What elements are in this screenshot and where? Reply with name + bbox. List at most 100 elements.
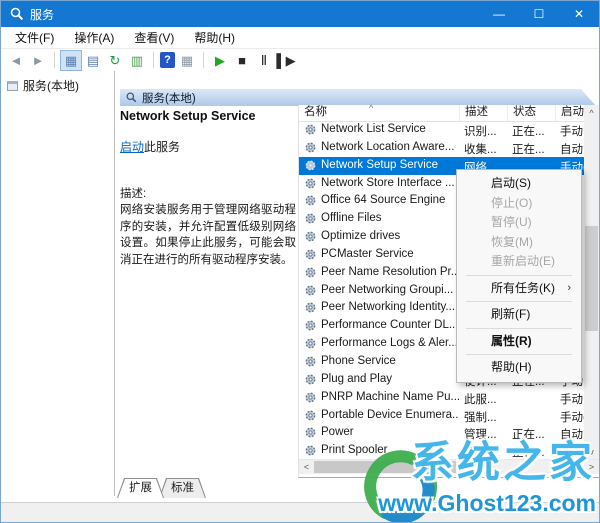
view-tabs: 扩展标准 [117,478,201,498]
show-console-tree-icon[interactable]: ▦ [61,51,81,70]
tab-0[interactable]: 扩展 [117,478,164,498]
service-description: 收集... [464,141,508,157]
context-menu-item-2: 暂停(U) [458,213,580,233]
scroll-down-icon[interactable]: v [584,444,599,459]
start-service-suffix: 此服务 [144,140,180,154]
service-name: Network Location Aware... [321,141,459,153]
service-gear-icon [304,194,317,207]
horizontal-scrollbar-thumb[interactable] [314,461,456,473]
menu-item-1[interactable]: 操作(A) [64,29,124,46]
column-header-0[interactable]: 名称 [299,105,460,121]
window-controls: — ☐ ✕ [479,1,599,27]
start-service-icon[interactable]: ▶ [210,51,230,70]
menu-item-0[interactable]: 文件(F) [5,29,64,46]
sort-ascending-icon: ^ [369,103,373,113]
maximize-button[interactable]: ☐ [519,1,559,27]
services-app-icon [10,7,24,21]
vertical-scrollbar-thumb[interactable] [585,226,598,331]
service-gear-icon [304,159,317,172]
tree-item-services-local[interactable]: 服务(本地) [1,71,114,94]
service-description: 识别... [464,123,508,139]
context-menu-item-6[interactable]: 所有任务(K)› [458,279,580,299]
table-row[interactable]: Portable Device Enumera...强制...手动(触 [299,407,588,425]
service-name: Network List Service [321,123,459,135]
forward-arrow-icon[interactable]: ► [28,51,48,70]
start-service-link[interactable]: 启动 [120,140,144,154]
refresh-icon[interactable]: ↻ [105,51,125,70]
service-gear-icon [304,426,317,439]
scroll-right-icon[interactable]: > [584,460,599,474]
menu-item-3[interactable]: 帮助(H) [184,29,245,46]
table-row[interactable]: Print Spooler该服...正在...自动 [299,442,588,460]
pause-service-icon[interactable]: Ⅱ [254,51,274,70]
service-gear-icon [304,248,317,261]
menu-separator [466,328,572,329]
table-row[interactable]: Network List Service识别...正在...手动 [299,121,588,139]
column-header-2[interactable]: 状态 [508,105,556,121]
list-header: 名称描述状态启动类 ^ [299,105,584,122]
properties-list-icon[interactable]: ▤ [83,51,103,70]
submenu-arrow-icon: › [567,279,571,299]
vertical-scrollbar[interactable]: ^ v [584,105,599,459]
services-panel: 服务(本地) Network Setup Service 启动此服务 描述: 网… [115,71,599,503]
service-status: 正在... [512,123,556,139]
service-name: Performance Counter DL... [321,319,459,331]
service-name: Office 64 Source Engine [321,194,459,206]
toolbar-separator [203,52,204,68]
toolbar-separator [153,52,154,68]
toolbar: ◄►▦▤↻▥?▦▶■Ⅱ▌▶ [1,49,599,72]
export-list-icon[interactable]: ▥ [127,51,147,70]
context-menu: 启动(S)停止(O)暂停(U)恢复(M)重新启动(E)所有任务(K)›刷新(F)… [456,169,582,383]
panel-header: 服务(本地) [120,89,596,106]
service-gear-icon [304,266,317,279]
service-gear-icon [304,373,317,386]
service-gear-icon [304,177,317,190]
context-menu-item-10[interactable]: 属性(R) [458,332,580,352]
service-status: 正在... [512,141,556,157]
context-menu-item-0[interactable]: 启动(S) [458,174,580,194]
menu-item-2[interactable]: 查看(V) [124,29,184,46]
horizontal-scrollbar[interactable]: < > [299,459,599,474]
service-gear-icon [304,409,317,422]
table-row[interactable]: Power管理...正在...自动 [299,424,588,442]
column-header-1[interactable]: 描述 [460,105,508,121]
services-window: 服务 — ☐ ✕ 文件(F)操作(A)查看(V)帮助(H) ◄►▦▤↻▥?▦▶■… [0,0,600,523]
context-menu-item-3: 恢复(M) [458,233,580,253]
tree-item-label: 服务(本地) [23,77,79,94]
minimize-button[interactable]: — [479,1,519,27]
panel-header-label: 服务(本地) [142,90,196,106]
service-name: Offline Files [321,212,459,224]
scroll-left-icon[interactable]: < [299,460,314,474]
service-gear-icon [304,301,317,314]
console-window-icon[interactable]: ▦ [177,51,197,70]
service-gear-icon [304,123,317,136]
help-icon[interactable]: ? [160,52,175,68]
column-header-3[interactable]: 启动类 [556,105,587,121]
stop-service-icon[interactable]: ■ [232,51,252,70]
table-row[interactable]: Network Location Aware...收集...正在...自动 [299,139,588,157]
service-gear-icon [304,230,317,243]
panel-header-magnifier-icon [126,92,137,103]
tab-1[interactable]: 标准 [159,478,206,498]
context-menu-item-12[interactable]: 帮助(H) [458,358,580,378]
menu-separator [466,354,572,355]
service-name: Peer Networking Groupi... [321,284,459,296]
service-gear-icon [304,212,317,225]
service-description: 该服... [464,444,508,460]
menu-bar: 文件(F)操作(A)查看(V)帮助(H) [1,27,599,49]
service-gear-icon [304,337,317,350]
context-menu-item-8[interactable]: 刷新(F) [458,305,580,325]
service-name: Peer Networking Identity... [321,301,459,313]
scroll-up-icon[interactable]: ^ [584,105,599,120]
service-gear-icon [304,444,317,457]
table-row[interactable]: PNRP Machine Name Pu...此服...手动 [299,389,588,407]
restart-service-icon[interactable]: ▌▶ [276,51,296,70]
close-button[interactable]: ✕ [559,1,599,27]
description-label: 描述: [120,185,146,201]
back-arrow-icon[interactable]: ◄ [6,51,26,70]
service-name: Portable Device Enumera... [321,409,459,421]
service-description: 管理... [464,426,508,442]
service-gear-icon [304,284,317,297]
description-text: 网络安装服务用于管理网络驱动程序的安装，并允许配置低级别网络设置。如果停止此服务… [120,202,296,268]
status-bar [1,502,599,522]
